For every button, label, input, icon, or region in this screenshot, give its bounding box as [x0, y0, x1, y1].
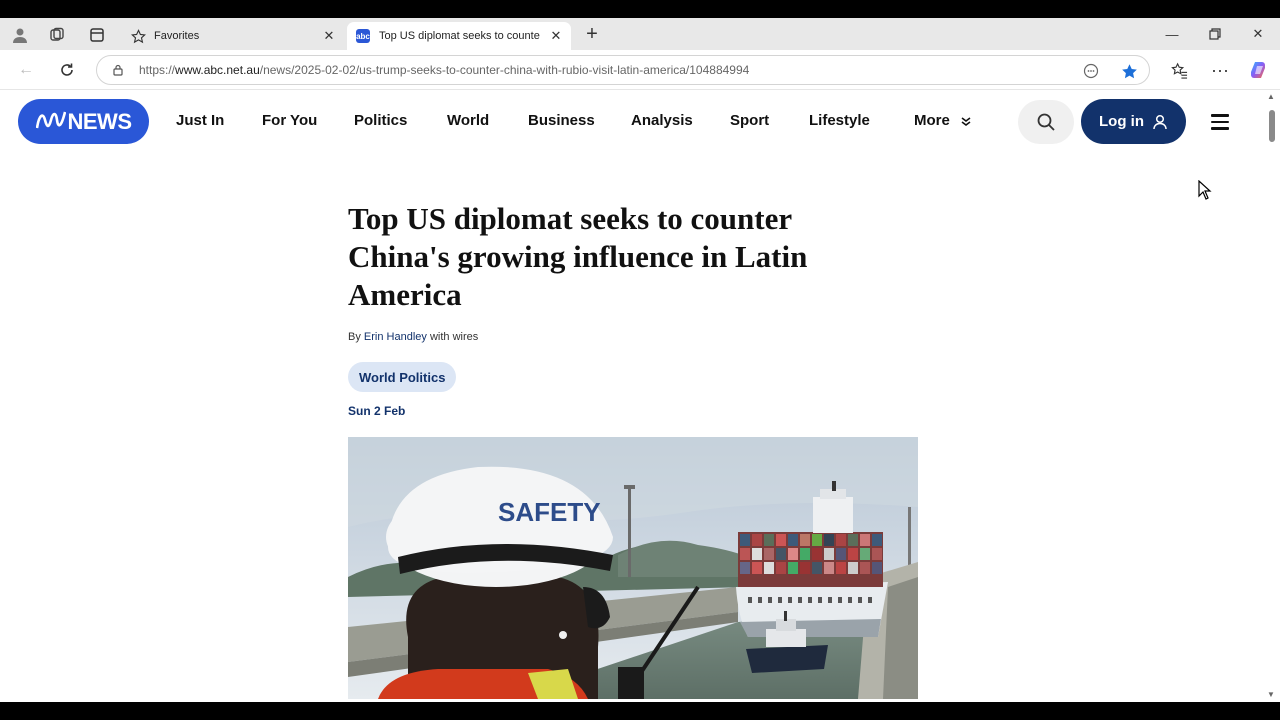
vertical-tabs-icon[interactable]	[84, 22, 110, 48]
chevron-down-icon	[961, 117, 971, 127]
nav-just-in[interactable]: Just In	[176, 112, 224, 129]
more-options-icon[interactable]: ···	[1206, 56, 1234, 84]
tab-title: Favorites	[154, 30, 200, 42]
profile-icon[interactable]	[7, 22, 33, 48]
address-bar[interactable]: https://www.abc.net.au/news/2025-02-02/u…	[96, 55, 1150, 85]
nav-politics[interactable]: Politics	[354, 112, 407, 129]
new-tab-button[interactable]: +	[580, 22, 604, 46]
helmet-text: SAFETY	[498, 497, 601, 527]
back-button[interactable]: ←	[12, 56, 40, 84]
copilot-icon[interactable]	[1245, 56, 1273, 84]
nav-business[interactable]: Business	[528, 112, 595, 129]
close-tab-icon[interactable]: ✕	[545, 25, 567, 47]
page-scrollbar[interactable]: ▲ ▼	[1264, 90, 1280, 702]
login-button[interactable]: Log in	[1081, 99, 1186, 144]
hero-image[interactable]: SAFETY	[348, 437, 918, 699]
close-tab-icon[interactable]: ✕	[318, 25, 340, 47]
abc-favicon: abc	[355, 28, 371, 44]
logo-text: NEWS	[67, 108, 133, 134]
refresh-button[interactable]	[53, 56, 81, 84]
user-icon	[1153, 114, 1167, 129]
scroll-thumb[interactable]	[1269, 110, 1275, 142]
scroll-down-icon[interactable]: ▼	[1267, 690, 1275, 699]
address-toolbar: ← https://www.abc.net.au/news/2025-02-02…	[0, 50, 1280, 90]
nav-world[interactable]: World	[447, 112, 489, 129]
url-text: https://www.abc.net.au/news/2025-02-02/u…	[139, 63, 750, 77]
star-icon	[130, 28, 146, 44]
tab-article[interactable]: abc Top US diplomat seeks to counte ✕	[347, 22, 571, 50]
abc-logo-icon	[35, 109, 66, 135]
byline: By Erin Handley with wires	[348, 331, 479, 343]
search-button[interactable]	[1018, 100, 1074, 144]
tab-strip: Favorites ✕ abc Top US diplomat seeks to…	[0, 18, 1280, 50]
nav-for-you[interactable]: For You	[262, 112, 317, 129]
menu-icon[interactable]	[1208, 110, 1232, 132]
nav-more[interactable]: More	[914, 112, 972, 129]
login-label: Log in	[1099, 113, 1144, 130]
nav-sport[interactable]: Sport	[730, 112, 769, 129]
browser-window: Favorites ✕ abc Top US diplomat seeks to…	[0, 18, 1280, 702]
minimize-button[interactable]: —	[1152, 22, 1192, 46]
abc-news-logo[interactable]: NEWS	[18, 99, 149, 144]
reading-mode-icon[interactable]	[1081, 61, 1101, 81]
nav-analysis[interactable]: Analysis	[631, 112, 693, 129]
mouse-cursor-icon	[1198, 179, 1212, 205]
nav-lifestyle[interactable]: Lifestyle	[809, 112, 870, 129]
publish-date: Sun 2 Feb	[348, 404, 406, 418]
author-link[interactable]: Erin Handley	[364, 331, 427, 343]
web-page: NEWS Just In For You Politics World Busi…	[0, 90, 1264, 702]
favorites-icon[interactable]	[1165, 56, 1193, 84]
workspaces-icon[interactable]	[44, 22, 70, 48]
search-icon	[1037, 113, 1055, 131]
close-window-button[interactable]: ✕	[1238, 22, 1278, 46]
topic-tag[interactable]: World Politics	[348, 362, 457, 392]
tab-favorites[interactable]: Favorites ✕	[122, 22, 344, 50]
scroll-up-icon[interactable]: ▲	[1267, 92, 1275, 101]
restore-button[interactable]	[1195, 22, 1235, 46]
tab-title: Top US diplomat seeks to counte	[379, 30, 540, 42]
site-info-icon[interactable]	[111, 63, 125, 77]
favorite-star-icon[interactable]	[1119, 61, 1139, 81]
article-headline: Top US diplomat seeks to counter China's…	[348, 201, 808, 312]
